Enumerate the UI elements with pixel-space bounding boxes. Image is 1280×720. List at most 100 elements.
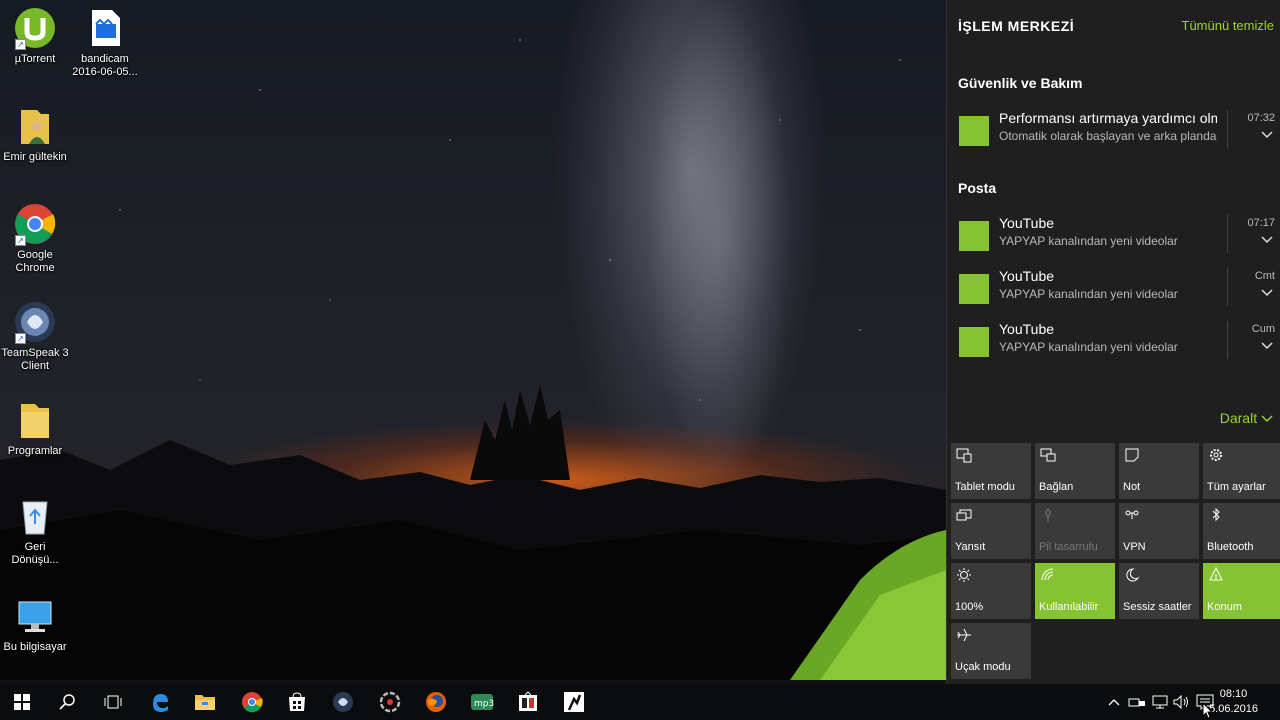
notification-item[interactable]: Performansı artırmaya yardımcı olm Otoma… bbox=[947, 108, 1280, 154]
quick-action-label: Uçak modu bbox=[955, 661, 1011, 673]
notification-item[interactable]: YouTube YAPYAP kanalından yeni videolar … bbox=[947, 319, 1280, 365]
notification-group-security[interactable]: Güvenlik ve Bakım bbox=[958, 75, 1083, 91]
quick-action-battery-saver[interactable]: Pil tasarrufu bbox=[1035, 503, 1115, 559]
notification-body: YAPYAP kanalından yeni videolar bbox=[999, 340, 1178, 354]
desktop-icon-label: Google Chrome bbox=[15, 249, 55, 274]
store-icon bbox=[289, 692, 305, 711]
quick-action-project[interactable]: Yansıt bbox=[951, 503, 1031, 559]
notification-time: Cmt bbox=[1254, 270, 1275, 282]
app-tile-icon bbox=[959, 274, 989, 304]
tablet-mode-icon bbox=[956, 448, 972, 463]
taskbar-chrome[interactable] bbox=[230, 684, 274, 720]
quick-action-label: 100% bbox=[955, 601, 984, 613]
collapse-button[interactable]: Daralt bbox=[1220, 410, 1273, 426]
start-button[interactable] bbox=[0, 684, 44, 720]
tray-volume[interactable] bbox=[1172, 684, 1192, 720]
quick-action-bluetooth[interactable]: Bluetooth bbox=[1203, 503, 1280, 559]
desktop-icon-label: Programlar bbox=[7, 445, 63, 457]
quick-action-wifi[interactable]: Kullanılabilir bbox=[1035, 563, 1115, 619]
desktop-icon-bandicam[interactable]: bandicam 2016-06-05... bbox=[70, 6, 140, 79]
taskbar-edge[interactable] bbox=[138, 684, 182, 720]
desktop-icon-user-folder[interactable]: Emir gültekin bbox=[0, 104, 70, 164]
taskbar-steam[interactable] bbox=[552, 684, 596, 720]
desktop-icon-chrome[interactable]: ↗ Google Chrome bbox=[0, 202, 70, 275]
notification-divider bbox=[1227, 268, 1228, 306]
desktop-icon-programlar[interactable]: Programlar bbox=[0, 398, 70, 458]
task-view-button[interactable] bbox=[91, 684, 135, 720]
chevron-down-icon bbox=[1261, 415, 1273, 423]
notification-time: 07:32 bbox=[1247, 112, 1275, 124]
wifi-icon bbox=[1041, 568, 1054, 581]
tray-device[interactable] bbox=[1127, 684, 1147, 720]
taskbar-store[interactable] bbox=[275, 684, 319, 720]
taskbar-app[interactable] bbox=[368, 684, 412, 720]
quick-action-label: Sessiz saatler bbox=[1123, 601, 1192, 613]
taskbar-clock[interactable]: 08:10 5.06.2016 bbox=[1209, 687, 1258, 717]
notification-body: YAPYAP kanalından yeni videolar bbox=[999, 287, 1178, 301]
quick-action-vpn[interactable]: VPN bbox=[1119, 503, 1199, 559]
notification-group-mail[interactable]: Posta bbox=[958, 180, 996, 196]
moon-icon bbox=[1126, 568, 1140, 582]
quick-action-brightness[interactable]: 100% bbox=[951, 563, 1031, 619]
utorrent-icon: ↗ bbox=[13, 6, 57, 50]
notification-item[interactable]: YouTube YAPYAP kanalından yeni videolar … bbox=[947, 213, 1280, 259]
notification-body: YAPYAP kanalından yeni videolar bbox=[999, 234, 1178, 248]
notification-divider bbox=[1227, 110, 1228, 148]
tray-network[interactable] bbox=[1150, 684, 1170, 720]
taskbar-firefox[interactable] bbox=[414, 684, 458, 720]
quick-action-airplane-mode[interactable]: Uçak modu bbox=[951, 623, 1031, 679]
vpn-icon bbox=[1125, 510, 1139, 519]
quick-action-label: Bluetooth bbox=[1207, 541, 1254, 553]
clock-time: 08:10 bbox=[1219, 688, 1248, 700]
connect-icon bbox=[1040, 448, 1056, 462]
mouse-cursor-icon bbox=[1202, 702, 1214, 719]
notification-item[interactable]: YouTube YAPYAP kanalından yeni videolar … bbox=[947, 266, 1280, 312]
quick-action-connect[interactable]: Bağlan bbox=[1035, 443, 1115, 499]
firefox-icon bbox=[426, 692, 446, 712]
folder-icon bbox=[13, 398, 57, 442]
desktop-icon-teamspeak[interactable]: ↗ TeamSpeak 3 Client bbox=[0, 300, 70, 373]
quick-action-note[interactable]: Not bbox=[1119, 443, 1199, 499]
collapse-label: Daralt bbox=[1219, 410, 1258, 426]
device-icon bbox=[1128, 698, 1145, 707]
shortcut-arrow-icon: ↗ bbox=[15, 39, 26, 50]
quick-action-quiet-hours[interactable]: Sessiz saatler bbox=[1119, 563, 1199, 619]
desktop-icon-utorrent[interactable]: ↗ µTorrent bbox=[0, 6, 70, 66]
volume-icon bbox=[1173, 695, 1188, 709]
taskbar-media[interactable] bbox=[506, 684, 550, 720]
chevron-down-icon[interactable] bbox=[1261, 235, 1273, 245]
desktop-icon-recycle-bin[interactable]: Geri Dönüşü... bbox=[0, 494, 70, 567]
taskbar-teamspeak[interactable] bbox=[321, 684, 365, 720]
chevron-down-icon[interactable] bbox=[1261, 130, 1273, 140]
clear-all-link[interactable]: Tümünü temizle bbox=[1182, 18, 1274, 33]
quick-action-label: Tablet modu bbox=[955, 481, 1015, 493]
quick-action-tablet-mode[interactable]: Tablet modu bbox=[951, 443, 1031, 499]
quick-action-location[interactable]: Konum bbox=[1203, 563, 1280, 619]
steam-icon bbox=[564, 692, 584, 712]
chevron-down-icon[interactable] bbox=[1261, 341, 1273, 351]
taskbar-mp3[interactable]: mp3 bbox=[460, 684, 504, 720]
chrome-icon: ↗ bbox=[13, 202, 57, 246]
taskbar: mp3 08:10 5.06.2016 bbox=[0, 684, 1280, 720]
app-icon bbox=[379, 691, 401, 713]
video-file-icon bbox=[83, 6, 127, 50]
teamspeak-icon bbox=[333, 692, 353, 712]
svg-text:mp3: mp3 bbox=[474, 699, 494, 709]
task-view-icon bbox=[104, 695, 122, 709]
desktop-icon-label: µTorrent bbox=[14, 53, 56, 65]
desktop-icon-this-pc[interactable]: Bu bilgisayar bbox=[0, 594, 70, 654]
action-center-panel: İŞLEM MERKEZİ Tümünü temizle Güvenlik ve… bbox=[946, 0, 1280, 684]
search-button[interactable] bbox=[46, 684, 90, 720]
quick-action-all-settings[interactable]: Tüm ayarlar bbox=[1203, 443, 1280, 499]
quick-action-label: Bağlan bbox=[1039, 481, 1074, 493]
app-tile-icon bbox=[959, 221, 989, 251]
wallpaper-mountains bbox=[0, 385, 946, 680]
file-explorer-icon bbox=[195, 695, 215, 710]
chevron-down-icon[interactable] bbox=[1261, 288, 1273, 298]
action-center-title: İŞLEM MERKEZİ bbox=[958, 18, 1075, 34]
notification-body: Otomatik olarak başlayan ve arka planda bbox=[999, 129, 1217, 143]
search-icon bbox=[59, 694, 75, 710]
taskbar-file-explorer[interactable] bbox=[183, 684, 227, 720]
tray-overflow-button[interactable] bbox=[1106, 684, 1122, 720]
shortcut-arrow-icon: ↗ bbox=[15, 333, 26, 344]
